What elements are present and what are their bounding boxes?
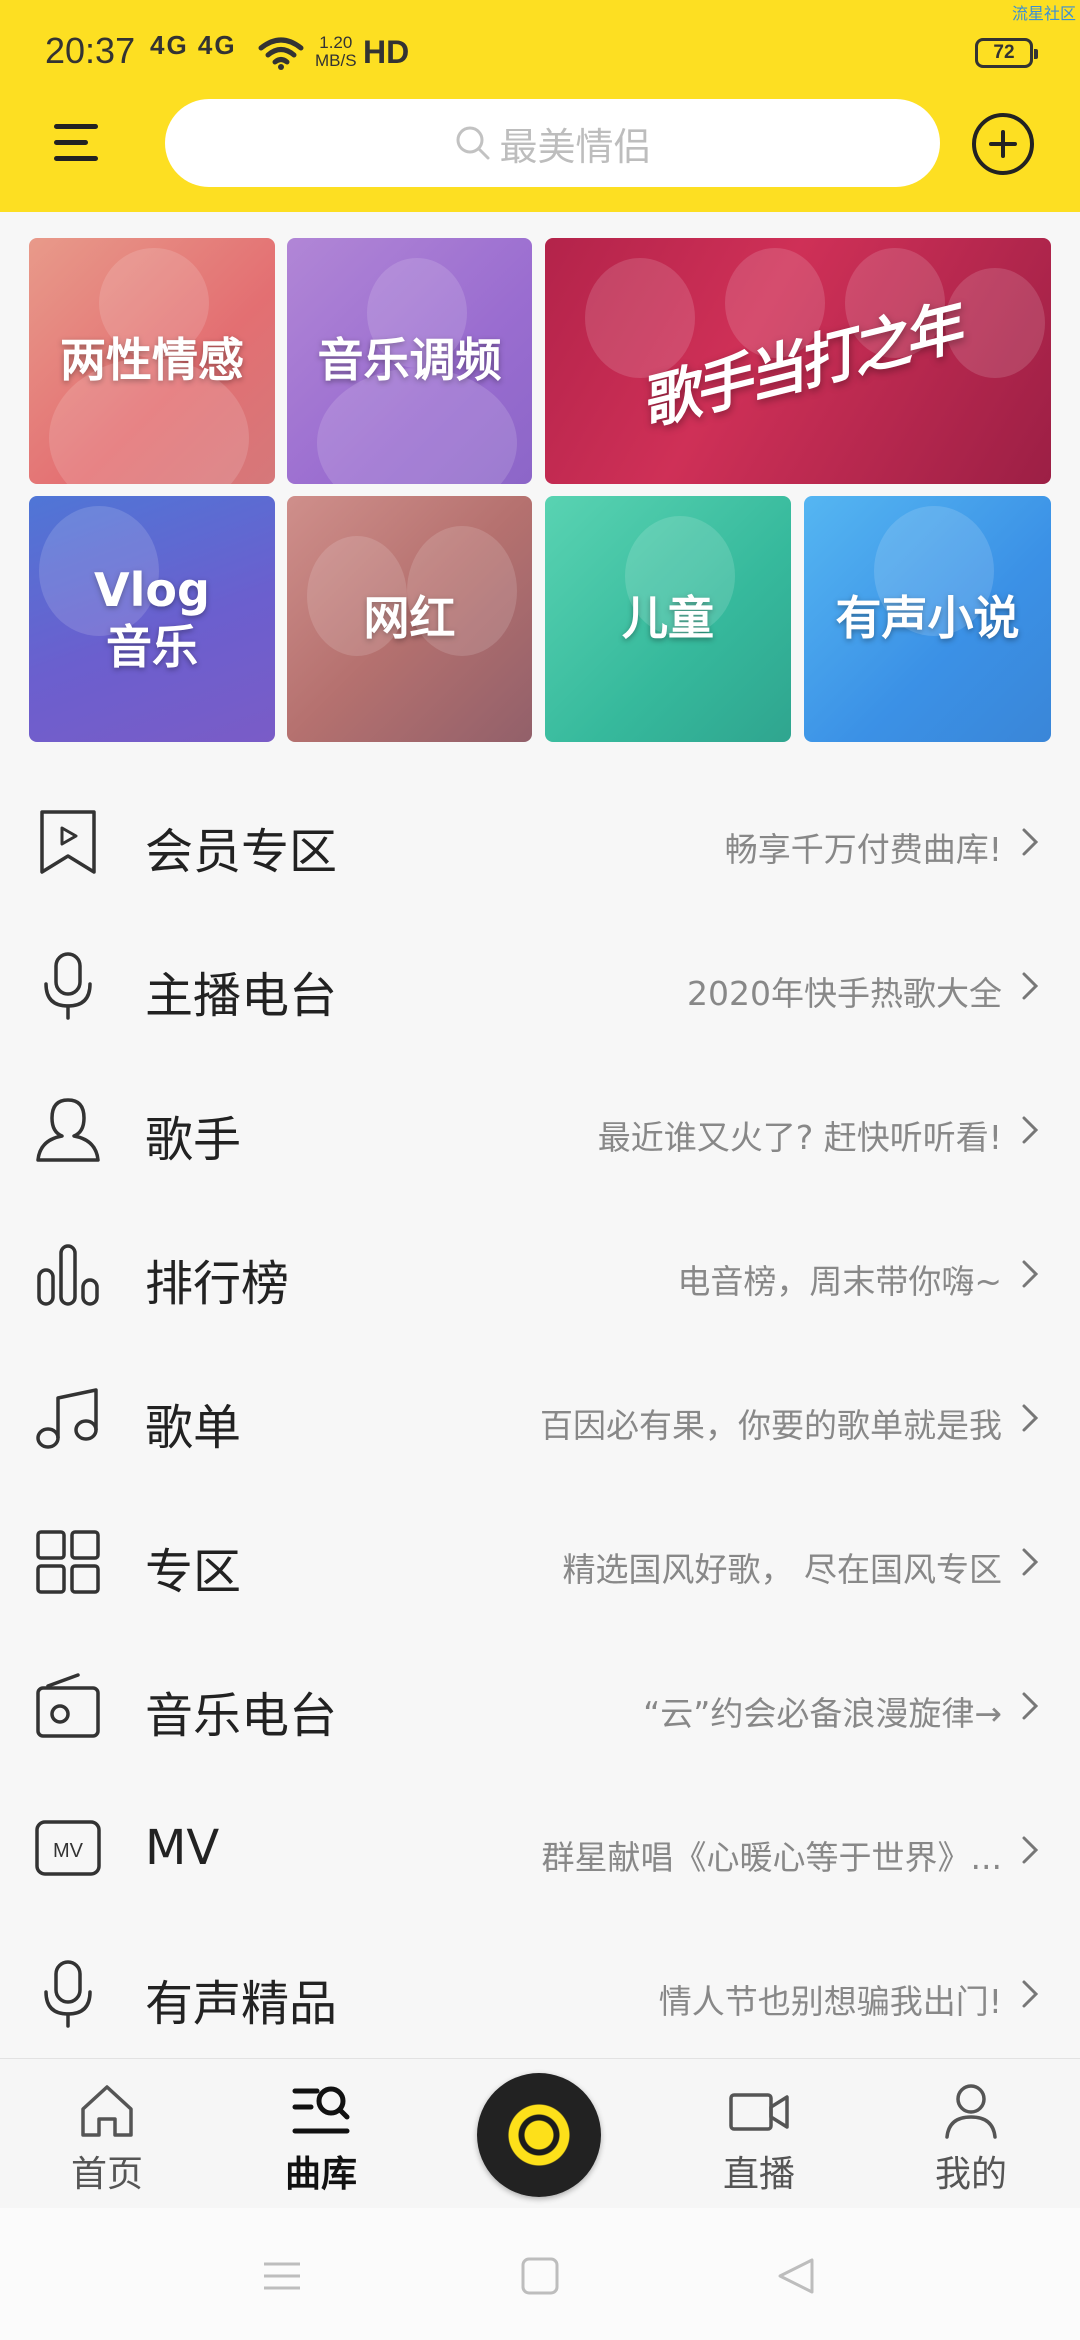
list-desc: “云”约会必备浪漫旋律→ (643, 1694, 1002, 1733)
category-tile-relationship[interactable]: 两性情感 (29, 238, 275, 484)
category-tile-music-fm[interactable]: 音乐调频 (287, 238, 532, 484)
wifi-icon (258, 37, 304, 70)
list-title: 排行榜 (145, 1256, 290, 1312)
list-title: 歌手 (145, 1112, 242, 1168)
svg-text:MV: MV (53, 1840, 84, 1862)
network-signal-icon: 4G 4G (150, 30, 237, 60)
list-item-zones[interactable]: 专区 精选国风好歌， 尽在国风专区 (0, 1490, 1080, 1634)
chevron-right-icon (1022, 1692, 1039, 1720)
system-nav-bar (0, 2208, 1080, 2340)
bookmark-play-icon (40, 810, 96, 874)
bar-chart-icon (37, 1244, 99, 1306)
grid-icon (36, 1530, 100, 1594)
category-tile-internet-hits[interactable]: 网红 (287, 496, 532, 742)
microphone-icon (44, 952, 92, 1020)
list-title: 歌单 (145, 1400, 242, 1456)
list-item-playlists[interactable]: 歌单 百因必有果，你要的歌单就是我 (0, 1346, 1080, 1490)
list-item-audio-premium[interactable]: 有声精品 情人节也别想骗我出门! (0, 1922, 1080, 2066)
watermark-text: 流星社区 (1011, 4, 1076, 23)
status-bar: 20:37 4G 4G 1.20 MB/S HD 72 流星社区 (0, 0, 1080, 96)
list-desc: 畅享千万付费曲库! (724, 830, 1002, 869)
status-time: 20:37 (45, 30, 136, 71)
nav-live[interactable]: 直播 (684, 2059, 834, 2209)
list-title: 音乐电台 (145, 1688, 338, 1744)
list-item-anchor-radio[interactable]: 主播电台 2020年快手热歌大全 (0, 914, 1080, 1058)
recent-apps-icon[interactable] (262, 2256, 302, 2296)
list-desc: 百因必有果，你要的歌单就是我 (540, 1406, 1002, 1445)
search-input[interactable]: 最美情侣 (165, 99, 940, 187)
menu-icon[interactable] (50, 118, 108, 168)
chevron-right-icon (1022, 1116, 1039, 1144)
nav-home[interactable]: 首页 (32, 2059, 182, 2209)
library-search-icon (292, 2086, 350, 2134)
list-desc: 电音榜，周末带你嗨~ (677, 1262, 1002, 1301)
top-header: 20:37 4G 4G 1.20 MB/S HD 72 流星社区 最美情侣 (0, 0, 1080, 212)
music-note-icon (36, 1388, 98, 1449)
network-speed-value: 1.20 (319, 33, 353, 52)
list-item-charts[interactable]: 排行榜 电音榜，周末带你嗨~ (0, 1202, 1080, 1346)
chevron-right-icon (1022, 1260, 1039, 1288)
nav-mine[interactable]: 我的 (896, 2059, 1046, 2209)
microphone-icon (44, 1960, 92, 2028)
category-tile-vlog-music[interactable]: Vlog 音乐 (29, 496, 275, 742)
list-title: 有声精品 (145, 1976, 338, 2032)
music-player-disc-icon[interactable] (477, 2073, 601, 2197)
home-icon (81, 2085, 133, 2137)
network-speed-unit: MB/S (315, 51, 357, 70)
list-title: MV (145, 1820, 220, 1876)
chevron-right-icon (1022, 1404, 1039, 1432)
chevron-right-icon (1022, 1980, 1039, 2008)
user-icon (945, 2084, 997, 2139)
list-desc: 最近谁又火了? 赶快听听看! (597, 1118, 1002, 1157)
mv-icon: MV (35, 1820, 101, 1876)
video-camera-icon (729, 2093, 789, 2131)
nav-label: 首页 (70, 2154, 143, 2195)
list-item-singers[interactable]: 歌手 最近谁又火了? 赶快听听看! (0, 1058, 1080, 1202)
chevron-right-icon (1022, 1548, 1039, 1576)
list-desc: 2020年快手热歌大全 (687, 974, 1002, 1013)
hd-indicator: HD (363, 34, 410, 70)
search-icon (456, 126, 490, 160)
radio-icon (36, 1673, 100, 1738)
nav-label: 我的 (934, 2154, 1007, 2195)
list-desc: 群星献唱《心暖心等于世界》... (541, 1838, 1002, 1877)
back-triangle-icon[interactable] (776, 2256, 816, 2296)
battery-icon: 72 (975, 38, 1038, 68)
list-title: 专区 (145, 1544, 242, 1600)
chevron-right-icon (1022, 828, 1039, 856)
list-desc: 精选国风好歌， 尽在国风专区 (562, 1550, 1003, 1589)
chevron-right-icon (1022, 972, 1039, 1000)
add-button[interactable] (972, 113, 1034, 175)
home-square-icon[interactable] (520, 2256, 560, 2296)
list-item-mv[interactable]: MV MV 群星献唱《心暖心等于世界》... (0, 1778, 1080, 1922)
list-title: 主播电台 (145, 968, 338, 1024)
chevron-right-icon (1022, 1836, 1039, 1864)
list-title: 会员专区 (145, 824, 338, 880)
nav-library[interactable]: 曲库 (246, 2059, 396, 2209)
list-item-vip-zone[interactable]: 会员专区 畅享千万付费曲库! (0, 770, 1080, 914)
list-desc: 情人节也别想骗我出门! (658, 1982, 1002, 2021)
search-placeholder: 最美情侣 (499, 124, 652, 169)
nav-label: 直播 (722, 2154, 795, 2195)
singer-banner-tile[interactable]: 歌手当打之年 (545, 238, 1051, 484)
category-tile-children[interactable]: 儿童 (545, 496, 791, 742)
bottom-nav: 首页 曲库 直播 我的 (0, 2058, 1080, 2208)
network-speed: 1.20 MB/S (315, 34, 357, 70)
singer-person-icon (36, 1098, 100, 1162)
category-tile-audio-novel[interactable]: 有声小说 (804, 496, 1051, 742)
nav-label: 曲库 (284, 2154, 357, 2195)
list-item-music-radio[interactable]: 音乐电台 “云”约会必备浪漫旋律→ (0, 1634, 1080, 1778)
